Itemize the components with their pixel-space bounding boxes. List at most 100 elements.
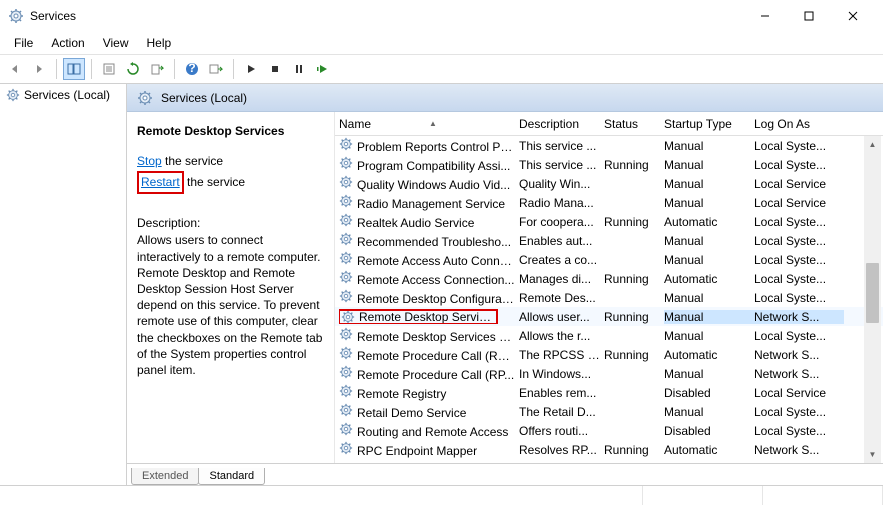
- service-logon: Local Syste...: [754, 291, 844, 305]
- properties-button[interactable]: [98, 58, 120, 80]
- service-logon: Local Syste...: [754, 272, 844, 286]
- service-status: Running: [604, 272, 664, 286]
- service-row[interactable]: Remote Access Auto Conne...Creates a co.…: [335, 250, 883, 269]
- gear-icon: [339, 194, 353, 208]
- service-name: Remote Access Auto Conne...: [357, 254, 515, 268]
- tab-bar: Extended Standard: [127, 463, 883, 485]
- service-name: Recommended Troublesho...: [357, 235, 515, 249]
- tree-pane: Services (Local): [0, 84, 127, 485]
- service-description: This service ...: [519, 158, 604, 172]
- gear-icon: [339, 270, 353, 284]
- gear-icon: [339, 441, 353, 455]
- column-description[interactable]: Description: [519, 117, 604, 131]
- service-row[interactable]: Recommended Troublesho...Enables aut...M…: [335, 231, 883, 250]
- menu-action[interactable]: Action: [43, 34, 92, 52]
- maximize-button[interactable]: [787, 2, 831, 30]
- svg-text:?: ?: [188, 62, 195, 75]
- gear-icon: [8, 8, 24, 24]
- action-button[interactable]: [205, 58, 227, 80]
- service-logon: Local Syste...: [754, 424, 844, 438]
- service-startup: Disabled: [664, 424, 754, 438]
- column-startup[interactable]: Startup Type: [664, 117, 754, 131]
- service-row[interactable]: Problem Reports Control Pa...This servic…: [335, 136, 883, 155]
- start-service-button[interactable]: [240, 58, 262, 80]
- service-startup: Disabled: [664, 386, 754, 400]
- menu-help[interactable]: Help: [139, 34, 180, 52]
- service-row[interactable]: Retail Demo ServiceThe Retail D...Manual…: [335, 402, 883, 421]
- gear-icon: [341, 310, 355, 324]
- service-startup: Manual: [664, 177, 754, 191]
- show-hide-tree-button[interactable]: [63, 58, 85, 80]
- right-pane-header: Services (Local): [127, 84, 883, 112]
- service-logon: Local Service: [754, 196, 844, 210]
- service-description: In Windows...: [519, 367, 604, 381]
- tab-extended[interactable]: Extended: [131, 468, 199, 485]
- service-logon: Local Syste...: [754, 158, 844, 172]
- service-name: Quality Windows Audio Vid...: [357, 178, 515, 192]
- service-row[interactable]: Remote RegistryEnables rem...DisabledLoc…: [335, 383, 883, 402]
- restart-service-link[interactable]: Restart: [141, 175, 180, 189]
- service-description: Allows the r...: [519, 329, 604, 343]
- service-row[interactable]: Remote Desktop Configurat...Remote Des..…: [335, 288, 883, 307]
- refresh-button[interactable]: [122, 58, 144, 80]
- restart-service-button[interactable]: [312, 58, 334, 80]
- minimize-button[interactable]: [743, 2, 787, 30]
- toolbar: ?: [0, 54, 883, 84]
- column-logon[interactable]: Log On As: [754, 117, 844, 131]
- service-startup: Automatic: [664, 215, 754, 229]
- column-name[interactable]: Name ▲: [339, 117, 519, 131]
- menu-view[interactable]: View: [95, 34, 137, 52]
- stop-service-button[interactable]: [264, 58, 286, 80]
- service-row[interactable]: Radio Management ServiceRadio Mana...Man…: [335, 193, 883, 212]
- tree-node-services-local[interactable]: Services (Local): [2, 86, 124, 104]
- service-logon: Network S...: [754, 443, 844, 457]
- service-row[interactable]: Realtek Audio ServiceFor coopera...Runni…: [335, 212, 883, 231]
- service-row[interactable]: Remote Procedure Call (RPC)The RPCSS s..…: [335, 345, 883, 364]
- service-row[interactable]: Routing and Remote AccessOffers routi...…: [335, 421, 883, 440]
- restart-service-suffix: the service: [184, 175, 245, 189]
- service-description: This service ...: [519, 139, 604, 153]
- service-description: Radio Mana...: [519, 196, 604, 210]
- vertical-scrollbar[interactable]: ▲ ▼: [864, 136, 881, 463]
- services-list: Name ▲ Description Status Startup Type L…: [335, 112, 883, 463]
- back-button[interactable]: [4, 58, 26, 80]
- stop-service-link[interactable]: Stop: [137, 154, 162, 168]
- column-status[interactable]: Status: [604, 117, 664, 131]
- scroll-up-button[interactable]: ▲: [864, 136, 881, 153]
- service-name: Radio Management Service: [357, 197, 515, 211]
- service-row[interactable]: RPC Endpoint MapperResolves RP...Running…: [335, 440, 883, 459]
- tab-standard[interactable]: Standard: [198, 468, 265, 485]
- service-startup: Manual: [664, 329, 754, 343]
- service-description: Allows user...: [519, 310, 604, 324]
- gear-icon: [339, 422, 353, 436]
- scroll-down-button[interactable]: ▼: [864, 446, 881, 463]
- services-rows-container: Problem Reports Control Pa...This servic…: [335, 136, 883, 463]
- service-logon: Local Syste...: [754, 234, 844, 248]
- service-description: The RPCSS s...: [519, 348, 604, 362]
- separator: [56, 59, 57, 79]
- service-row[interactable]: Remote Procedure Call (RP... In Windows..…: [335, 364, 883, 383]
- close-button[interactable]: [831, 2, 875, 30]
- service-name: Remote Procedure Call (RP...: [357, 368, 515, 382]
- service-startup: Automatic: [664, 348, 754, 362]
- forward-button[interactable]: [28, 58, 50, 80]
- service-row[interactable]: Remote Access Connection...Manages di...…: [335, 269, 883, 288]
- service-status: Running: [604, 310, 664, 324]
- service-row[interactable]: Remote Desktop ServicesAllows user...Run…: [335, 307, 883, 326]
- service-row[interactable]: Remote Desktop Services U...Allows the r…: [335, 326, 883, 345]
- gear-icon: [339, 403, 353, 417]
- pause-service-button[interactable]: [288, 58, 310, 80]
- service-startup: Automatic: [664, 443, 754, 457]
- export-button[interactable]: [146, 58, 168, 80]
- description-header: Description:: [137, 216, 324, 230]
- service-startup: Manual: [664, 158, 754, 172]
- service-startup: Manual: [664, 253, 754, 267]
- help-button[interactable]: ?: [181, 58, 203, 80]
- scroll-track[interactable]: [864, 153, 881, 446]
- service-name: Routing and Remote Access: [357, 425, 515, 439]
- title-bar: Services: [0, 0, 883, 32]
- menu-file[interactable]: File: [6, 34, 41, 52]
- service-row[interactable]: Program Compatibility Assi...This servic…: [335, 155, 883, 174]
- service-row[interactable]: Quality Windows Audio Vid...Quality Win.…: [335, 174, 883, 193]
- scroll-thumb[interactable]: [866, 263, 879, 323]
